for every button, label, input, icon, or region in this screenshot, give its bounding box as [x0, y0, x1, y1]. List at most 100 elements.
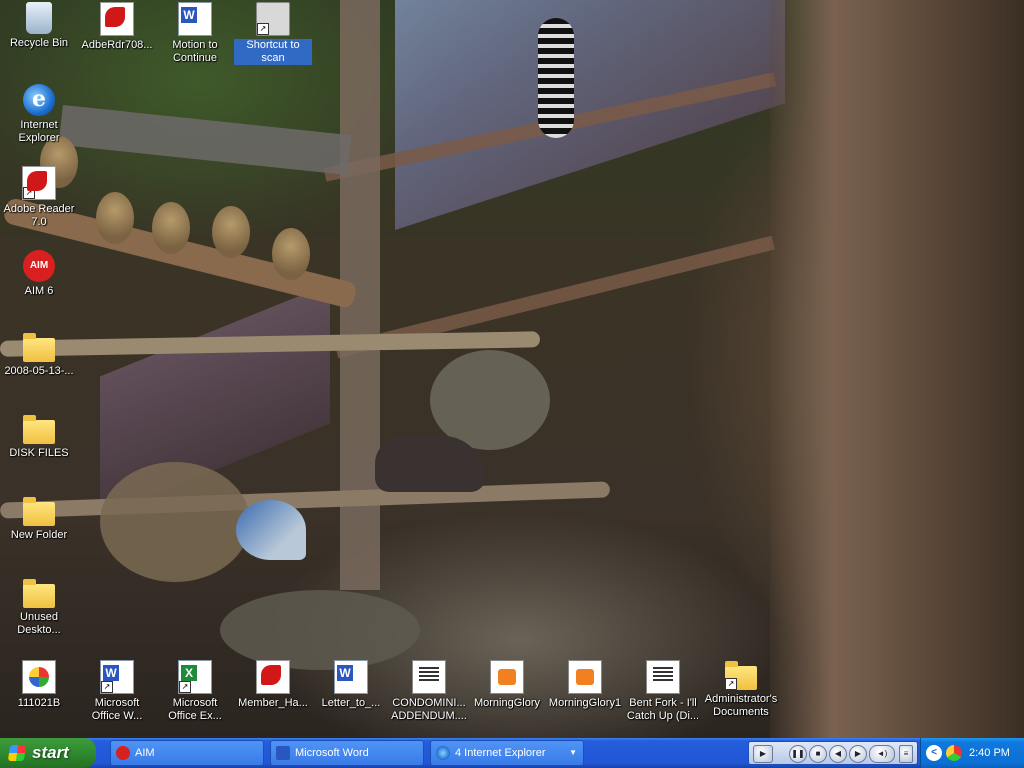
- icon-label: Administrator's Documents: [704, 693, 778, 718]
- icon-label: Internet Explorer: [18, 119, 60, 144]
- excel-icon: ↗: [178, 660, 212, 694]
- icon-label: DISK FILES: [9, 447, 69, 459]
- desktop-icon-member-handbook[interactable]: Member_Ha...: [234, 660, 312, 710]
- icon-label: MorningGlory1: [548, 697, 622, 709]
- icon-label: Letter_to_...: [321, 697, 381, 709]
- shortcut-arrow-icon: ↗: [725, 678, 737, 690]
- word-icon: ↗: [100, 660, 134, 694]
- desktop-icon-folder-2008[interactable]: 2008-05-13-...: [0, 332, 78, 378]
- desktop-icon-microsoft-word[interactable]: ↗ Microsoft Office W...: [78, 660, 156, 723]
- taskbar-button-label: 4 Internet Explorer: [455, 747, 546, 759]
- internet-explorer-icon: [436, 746, 450, 760]
- next-icon[interactable]: ▶: [849, 745, 867, 763]
- system-tray: < 2:40 PM: [920, 738, 1024, 768]
- word-icon: [276, 746, 290, 760]
- recycle-bin-icon: [26, 2, 52, 34]
- icon-label: MorningGlory: [473, 697, 541, 709]
- desktop-icon-disk-files[interactable]: DISK FILES: [0, 414, 78, 460]
- tray-app-icon[interactable]: [946, 745, 962, 761]
- chevron-down-icon: ▼: [569, 748, 577, 757]
- pdf-installer-icon: [100, 2, 134, 36]
- wallpaper-otter: [375, 436, 485, 492]
- desktop-icon-microsoft-excel[interactable]: ↗ Microsoft Office Ex...: [156, 660, 234, 723]
- document-icon: [412, 660, 446, 694]
- shortcut-arrow-icon: ↗: [257, 23, 269, 35]
- icon-label: Adobe Reader 7.0: [3, 203, 75, 228]
- scanner-icon: ↗: [256, 2, 290, 36]
- icon-label: Unused Deskto...: [17, 611, 61, 636]
- clock[interactable]: 2:40 PM: [969, 738, 1010, 768]
- wallpaper-branch: [0, 481, 611, 519]
- media-player-logo-icon[interactable]: ▶: [753, 745, 773, 763]
- folder-icon: [23, 333, 55, 362]
- shortcut-arrow-icon: ↗: [179, 681, 191, 693]
- wallpaper-owl: [96, 192, 134, 244]
- desktop-icon-unused-desktop[interactable]: Unused Deskto...: [0, 578, 78, 637]
- volume-icon[interactable]: ◄): [869, 745, 895, 763]
- icon-label: New Folder: [10, 529, 68, 541]
- orange-file-icon: [568, 660, 602, 694]
- desktop-icon-morningglory[interactable]: MorningGlory: [468, 660, 546, 710]
- icon-label: 2008-05-13-...: [4, 365, 74, 377]
- desktop-icon-condominium-addendum[interactable]: CONDOMINI... ADDENDUM....: [390, 660, 468, 723]
- windows-flag-icon: [7, 745, 27, 761]
- desktop-icon-aim[interactable]: AIM 6: [0, 250, 78, 298]
- desktop-icon-adobe-reader[interactable]: ↗ Adobe Reader 7.0: [0, 166, 78, 229]
- desktop-icon-administrators-documents[interactable]: ↗ Administrator's Documents: [702, 660, 780, 719]
- image-file-icon: [22, 660, 56, 694]
- icon-label: Microsoft Office Ex...: [168, 697, 222, 722]
- start-label: start: [32, 743, 69, 762]
- wallpaper-bridge-beam: [58, 104, 352, 176]
- taskbar-button-label: AIM: [135, 747, 155, 759]
- pause-icon[interactable]: ❚❚: [789, 745, 807, 763]
- desktop-icon-new-folder[interactable]: New Folder: [0, 496, 78, 542]
- desktop-icon-letter-to[interactable]: Letter_to_...: [312, 660, 390, 710]
- folder-icon: ↗: [725, 661, 757, 690]
- icon-label: CONDOMINI... ADDENDUM....: [391, 697, 467, 722]
- wallpaper-rock: [220, 590, 420, 670]
- wallpaper-owl: [272, 228, 310, 280]
- wallpaper-rock: [100, 462, 250, 582]
- taskbar-button-label: Microsoft Word: [295, 747, 369, 759]
- media-player-toolbar: ▶ ❚❚ ■ ◀ ▶ ◄) ≡: [748, 741, 918, 765]
- desktop-icon-adbe-rdr[interactable]: AdbeRdr708...: [78, 2, 156, 52]
- previous-icon[interactable]: ◀: [829, 745, 847, 763]
- icon-label: AIM 6: [24, 285, 54, 297]
- taskbar-button-aim[interactable]: AIM: [110, 740, 264, 766]
- folder-icon: [23, 497, 55, 526]
- wallpaper-tree-roots: [770, 0, 1024, 738]
- wallpaper-woodpecker: [538, 18, 574, 138]
- aim-icon: [116, 746, 130, 760]
- document-icon: [646, 660, 680, 694]
- shortcut-arrow-icon: ↗: [23, 187, 35, 199]
- folder-icon: [23, 415, 55, 444]
- icon-label: Shortcut to scan: [234, 39, 312, 65]
- icon-label: Bent Fork - I'll Catch Up (Di...: [626, 697, 700, 722]
- taskbar-button-internet-explorer-group[interactable]: 4 Internet Explorer ▼: [430, 740, 584, 766]
- start-button[interactable]: start: [0, 738, 96, 768]
- desktop-icon-111021b[interactable]: 111021B: [0, 660, 78, 710]
- icon-label: Microsoft Office W...: [91, 697, 143, 722]
- desktop-icon-recycle-bin[interactable]: Recycle Bin: [0, 2, 78, 50]
- stop-icon[interactable]: ■: [809, 745, 827, 763]
- desktop-icon-shortcut-to-scan[interactable]: ↗ Shortcut to scan: [234, 2, 312, 65]
- wallpaper-owl: [152, 202, 190, 254]
- icon-label: 111021B: [17, 697, 61, 709]
- desktop-wallpaper: [0, 0, 1024, 738]
- desktop-icon-morningglory1[interactable]: MorningGlory1: [546, 660, 624, 710]
- desktop-icon-bent-fork[interactable]: Bent Fork - I'll Catch Up (Di...: [624, 660, 702, 723]
- aim-icon: [23, 250, 55, 282]
- icon-label: Recycle Bin: [9, 37, 69, 49]
- taskbar: start AIM Microsoft Word 4 Internet Expl…: [0, 738, 1024, 768]
- wallpaper-blue-jay: [236, 500, 306, 560]
- taskbar-button-microsoft-word[interactable]: Microsoft Word: [270, 740, 424, 766]
- show-hidden-icons-icon[interactable]: <: [926, 745, 942, 761]
- pdf-file-icon: [256, 660, 290, 694]
- menu-icon[interactable]: ≡: [899, 745, 913, 763]
- orange-file-icon: [490, 660, 524, 694]
- word-document-icon: [178, 2, 212, 36]
- icon-label: Motion to Continue: [172, 39, 218, 64]
- wallpaper-rock: [430, 350, 550, 450]
- desktop-icon-motion-to-continue[interactable]: Motion to Continue: [156, 2, 234, 65]
- desktop-icon-internet-explorer[interactable]: Internet Explorer: [0, 84, 78, 145]
